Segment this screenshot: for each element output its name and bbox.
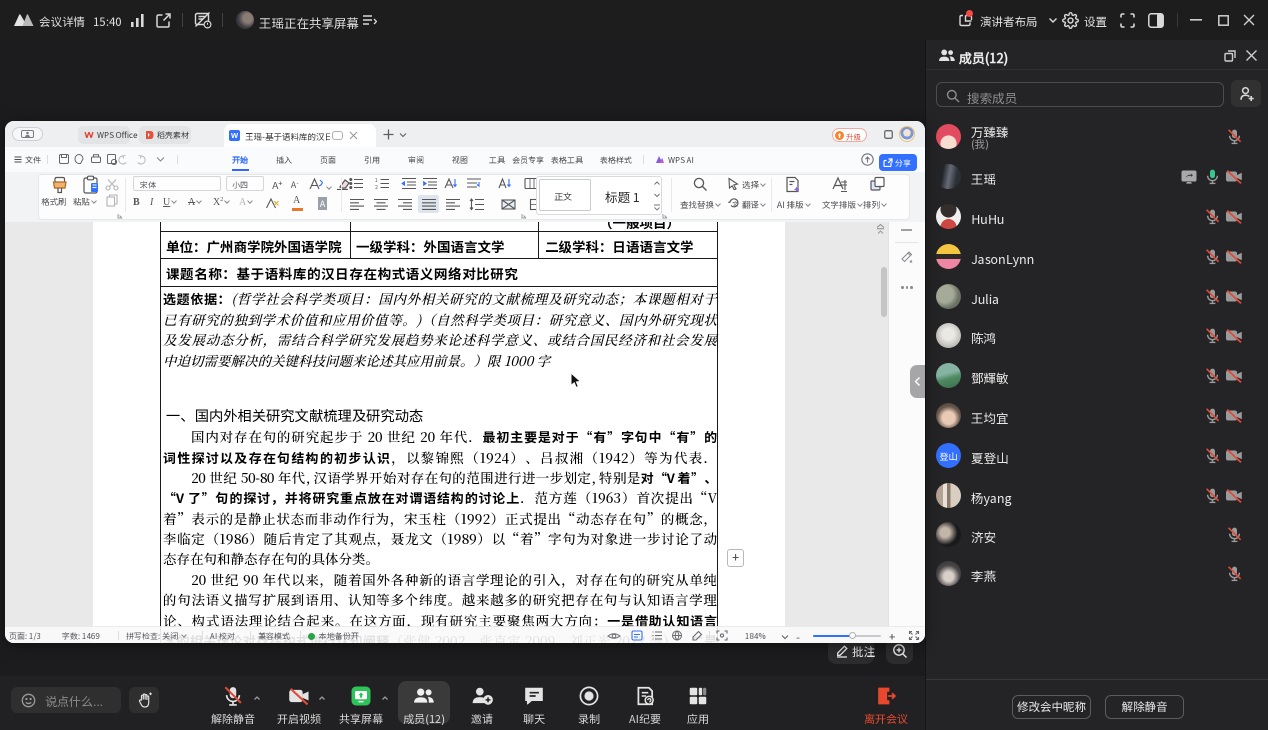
svg-text:文: 文	[732, 199, 739, 208]
svg-text:W: W	[231, 131, 239, 140]
svg-text:1: 1	[375, 177, 378, 184]
svg-text:2: 2	[375, 184, 378, 190]
